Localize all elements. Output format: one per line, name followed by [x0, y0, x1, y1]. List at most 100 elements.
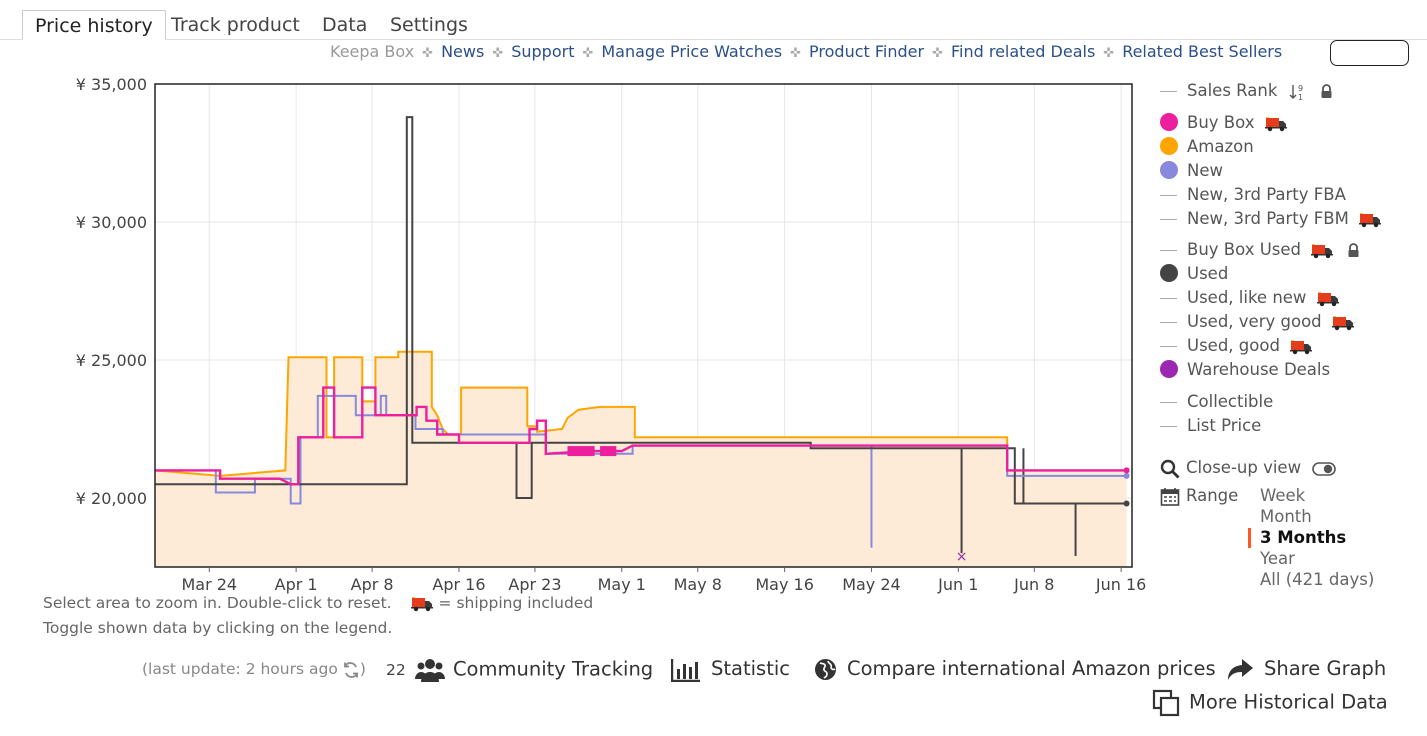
range-week[interactable]: Week [1260, 486, 1305, 505]
community-tracking-label: Community Tracking [452, 657, 654, 681]
y-axis: ¥ 35,000 ¥ 30,000 ¥ 25,000 ¥ 20,000 [76, 75, 147, 508]
product-finder-link[interactable]: Product Finder [809, 42, 924, 61]
share-graph-link[interactable]: Share Graph [1226, 657, 1386, 682]
legend-amazon[interactable]: Amazon [1160, 137, 1254, 157]
community-tracking-link[interactable]: 22 Community Tracking [386, 657, 653, 683]
legend-collectible[interactable]: Collectible [1160, 392, 1273, 412]
x-tick-label: Apr 16 [432, 575, 485, 594]
news-link[interactable]: News [441, 42, 484, 61]
legend-new[interactable]: New [1160, 161, 1223, 181]
bar-chart-icon [670, 658, 700, 682]
legend-label: List Price [1187, 416, 1262, 435]
used-end-point [1123, 500, 1130, 507]
legend-label: New [1187, 161, 1223, 180]
lock-icon [1348, 243, 1359, 257]
separator-icon: ✜ [582, 46, 594, 61]
tab-settings[interactable]: Settings [390, 14, 468, 36]
x-tick-label: Apr 1 [275, 575, 318, 594]
svg-text:9: 9 [1298, 84, 1303, 93]
separator-icon: ✜ [932, 46, 943, 61]
compare-prices-link[interactable]: Compare international Amazon prices [814, 657, 1216, 681]
statistic-link[interactable]: Statistic [670, 657, 790, 682]
close-up-view-control[interactable]: Close-up view [1160, 458, 1337, 479]
find-related-deals-link[interactable]: Find related Deals [951, 42, 1095, 61]
x-tick-label: May 16 [755, 575, 814, 594]
x-tick-label: Jun 8 [1013, 575, 1054, 594]
x-tick-label: May 1 [598, 575, 646, 594]
truck-icon [1331, 315, 1354, 330]
last-update-text: (last update: 2 hours ago [142, 660, 338, 678]
legend-buy-box-used[interactable]: Buy Box Used [1160, 240, 1360, 260]
dash-icon [1160, 250, 1177, 251]
legend-label: Amazon [1187, 137, 1254, 156]
copy-icon [1152, 689, 1180, 717]
truck-icon [410, 596, 433, 611]
buy-box-dot-icon [1160, 113, 1178, 131]
links-bar: Keepa Box ✜ News ✜ Support ✜ Manage Price Watc… [330, 42, 1282, 64]
legend-label: Used, very good [1187, 312, 1322, 331]
separator-icon: ✜ [492, 46, 504, 61]
legend-warehouse-deals[interactable]: Warehouse Deals [1160, 360, 1330, 380]
zoom-hint: Select area to zoom in. Double-click to … [43, 594, 593, 612]
new-end-point [1123, 472, 1130, 479]
range-3-months[interactable]: 3 Months [1260, 528, 1346, 547]
separator-icon: ✜ [422, 46, 434, 61]
dash-icon [1160, 298, 1177, 299]
tab-price-history[interactable]: Price history [22, 10, 166, 40]
x-tick-label: Apr 23 [508, 575, 561, 594]
keepa-box-link[interactable]: Keepa Box [330, 42, 414, 61]
more-historical-data-link[interactable]: More Historical Data [1152, 689, 1388, 717]
legend-label: Sales Rank [1187, 81, 1278, 100]
legend-used-good[interactable]: Used, good [1160, 336, 1313, 356]
legend-label: Buy Box [1187, 113, 1255, 132]
truck-icon [1316, 291, 1339, 306]
dash-icon [1160, 195, 1177, 196]
tab-data[interactable]: Data [322, 14, 367, 36]
legend-label: New, 3rd Party FBM [1187, 209, 1349, 228]
calendar-icon [1160, 487, 1180, 506]
y-tick-label: ¥ 25,000 [76, 351, 147, 370]
tab-track-product[interactable]: Track product [171, 14, 300, 36]
shipping-hint: = shipping included [438, 594, 594, 612]
dash-icon [1160, 219, 1177, 220]
amazon-dot-icon [1160, 137, 1178, 155]
y-tick-label: ¥ 30,000 [76, 213, 147, 232]
related-best-sellers-link[interactable]: Related Best Sellers [1122, 42, 1282, 61]
range-control: Range [1160, 486, 1238, 507]
support-link[interactable]: Support [511, 42, 574, 61]
separator-icon: ✜ [1103, 46, 1115, 61]
range-year[interactable]: Year [1260, 549, 1295, 568]
x-tick-label: Jun 16 [1095, 575, 1146, 594]
price-history-chart[interactable]: × ¥ 35,000 ¥ 30,000 ¥ 25,000 ¥ 20,000 Mar 2… [0, 70, 1160, 600]
legend-new-3p-fbm[interactable]: New, 3rd Party FBM [1160, 209, 1382, 229]
toggle-icon[interactable] [1312, 461, 1337, 477]
x-tick-label: May 24 [842, 575, 901, 594]
legend-label: Used, like new [1187, 288, 1307, 307]
separator-icon: ✜ [790, 46, 802, 61]
legend-new-3p-fba[interactable]: New, 3rd Party FBA [1160, 185, 1346, 205]
globe-icon [815, 659, 836, 680]
legend-used-very-good[interactable]: Used, very good [1160, 312, 1354, 332]
toggle-hint: Toggle shown data by clicking on the leg… [43, 619, 393, 637]
legend-label: Used, good [1187, 336, 1280, 355]
legend-used[interactable]: Used [1160, 264, 1228, 284]
legend-sales-rank[interactable]: Sales Rank 91 [1160, 81, 1333, 101]
y-tick-label: ¥ 35,000 [76, 75, 147, 94]
legend-list-price[interactable]: List Price [1160, 416, 1261, 436]
dash-icon [1160, 426, 1177, 427]
search-input[interactable] [1330, 40, 1409, 66]
legend-buy-box[interactable]: Buy Box [1160, 113, 1287, 133]
x-tick-label: Apr 8 [351, 575, 394, 594]
range-all[interactable]: All (421 days) [1260, 570, 1374, 589]
manage-price-watches-link[interactable]: Manage Price Watches [601, 42, 782, 61]
legend-label: New, 3rd Party FBA [1187, 185, 1346, 204]
warehouse-deal-point: × [956, 549, 968, 565]
x-axis: Mar 24 Apr 1 Apr 8 Apr 16 Apr 23 May 1 May 8 Ma… [181, 567, 1146, 594]
dash-icon [1160, 402, 1177, 403]
legend-used-like-new[interactable]: Used, like new [1160, 288, 1339, 308]
refresh-icon[interactable] [342, 661, 360, 679]
range-month[interactable]: Month [1260, 507, 1312, 526]
range-selected-marker [1248, 528, 1251, 548]
x-tick-label: Mar 24 [181, 575, 237, 594]
dash-icon [1160, 91, 1177, 92]
